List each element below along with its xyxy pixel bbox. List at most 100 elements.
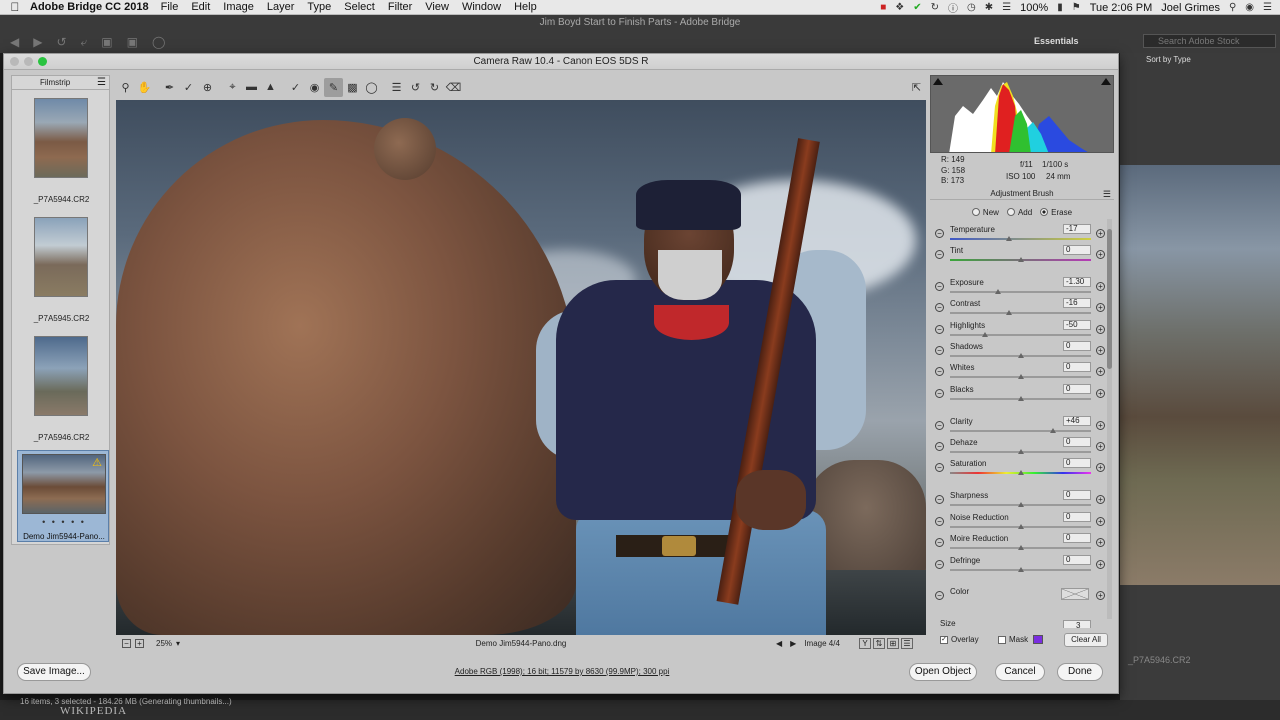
minimize-window-button[interactable]	[24, 57, 33, 66]
mode-new[interactable]: New	[971, 208, 999, 217]
slider-track[interactable]	[950, 430, 1091, 432]
panel-scroll-thumb[interactable]	[1107, 229, 1112, 369]
toggle-settings-icon[interactable]: ☰	[901, 638, 913, 649]
menu-select[interactable]: Select	[344, 1, 375, 13]
slider-thumb[interactable]	[1017, 396, 1024, 401]
decrease-icon[interactable]: −	[935, 250, 944, 259]
radio-erase[interactable]	[1040, 208, 1049, 217]
menu-filter[interactable]: Filter	[388, 1, 412, 13]
red-eye-tool-icon[interactable]: ◉	[305, 78, 324, 97]
copy-settings-icon[interactable]: ⊞	[887, 638, 899, 649]
slider-thumb[interactable]	[1017, 374, 1024, 379]
targeted-adjustment-tool-icon[interactable]: ⊕	[198, 78, 217, 97]
slider-track[interactable]	[950, 291, 1091, 293]
menu-window[interactable]: Window	[462, 1, 501, 13]
adobe-stock-search-input[interactable]: Search Adobe Stock	[1143, 34, 1276, 48]
clear-all-button[interactable]: Clear All	[1064, 633, 1108, 647]
transform-tool-icon[interactable]: ▲	[261, 78, 280, 97]
zoom-window-button[interactable]	[38, 57, 47, 66]
decrease-icon[interactable]: −	[935, 517, 944, 526]
siri-icon[interactable]: ◉	[1245, 2, 1254, 13]
menu-file[interactable]: File	[161, 1, 179, 13]
decrease-icon[interactable]: −	[935, 346, 944, 355]
swap-settings-icon[interactable]: ⇅	[873, 638, 885, 649]
menu-layer[interactable]: Layer	[267, 1, 295, 13]
decrease-icon[interactable]: −	[935, 463, 944, 472]
increase-icon[interactable]: +	[1096, 517, 1105, 526]
menu-image[interactable]: Image	[223, 1, 254, 13]
slider-value-field[interactable]: -16	[1063, 298, 1091, 308]
slider-value-field[interactable]: 0	[1063, 458, 1091, 468]
slider-thumb[interactable]	[1017, 449, 1024, 454]
toggle-fullscreen-icon[interactable]: ⇱	[907, 78, 926, 97]
filmstrip-menu-icon[interactable]: ☰	[97, 76, 106, 90]
dropbox-icon[interactable]: ❖	[895, 2, 904, 13]
color-swatch-none[interactable]	[1061, 588, 1089, 600]
slider-value-field[interactable]: 0	[1063, 437, 1091, 447]
radio-add[interactable]	[1006, 208, 1015, 217]
slider-thumb[interactable]	[994, 289, 1001, 294]
previous-image-icon[interactable]: ◀	[776, 639, 782, 648]
slider-value-field[interactable]: +46	[1063, 416, 1091, 426]
filmstrip-selected-item[interactable]: ⚠ • • • • • Demo Jim5944-Pano...	[17, 450, 109, 542]
increase-icon[interactable]: +	[1096, 389, 1105, 398]
radio-new[interactable]	[971, 208, 980, 217]
info-icon[interactable]: ⓘ	[948, 0, 958, 15]
app-menu[interactable]: Adobe Bridge CC 2018	[30, 1, 149, 13]
color-sampler-tool-icon[interactable]: ✓	[179, 78, 198, 97]
decrease-icon[interactable]: −	[935, 495, 944, 504]
menubar-user[interactable]: Joel Grimes	[1161, 2, 1220, 14]
image-preview[interactable]	[116, 100, 926, 635]
recent-folder-icon[interactable]: ↺	[56, 35, 66, 50]
rotate-left-icon[interactable]: ↺	[406, 78, 425, 97]
creative-cloud-icon[interactable]: ■	[880, 2, 886, 13]
next-image-icon[interactable]: ▶	[790, 639, 796, 648]
slider-thumb[interactable]	[1017, 567, 1024, 572]
sort-by-type[interactable]: Sort by Type	[1146, 55, 1191, 64]
slider-value-field[interactable]: -1.30	[1063, 277, 1091, 287]
brush-size-field[interactable]: 3	[1063, 620, 1091, 628]
increase-icon[interactable]: +	[1096, 250, 1105, 259]
close-window-button[interactable]	[10, 57, 19, 66]
before-after-icon[interactable]: Y	[859, 638, 871, 649]
panel-menu-icon[interactable]: ☰	[1103, 188, 1111, 200]
preferences-icon[interactable]: ☰	[387, 78, 406, 97]
increase-icon[interactable]: +	[1096, 442, 1105, 451]
decrease-icon[interactable]: −	[935, 421, 944, 430]
slider-value-field[interactable]: -17	[1063, 224, 1091, 234]
filmstrip-thumbnail-3[interactable]	[34, 336, 88, 416]
open-in-camera-raw-icon[interactable]: ◯	[152, 35, 165, 50]
increase-icon[interactable]: +	[1096, 538, 1105, 547]
slider-thumb[interactable]	[1049, 428, 1056, 433]
mode-add[interactable]: Add	[1006, 208, 1032, 217]
forward-arrow-icon[interactable]: ▶	[33, 35, 42, 50]
slider-value-field[interactable]: 0	[1063, 533, 1091, 543]
slider-value-field[interactable]: 0	[1063, 341, 1091, 351]
camera-import-icon[interactable]: ▣	[101, 35, 112, 50]
spot-removal-tool-icon[interactable]: ✓	[286, 78, 305, 97]
slider-thumb[interactable]	[982, 332, 989, 337]
slider-value-field[interactable]: 0	[1063, 245, 1091, 255]
decrease-icon[interactable]: −	[935, 303, 944, 312]
increase-icon[interactable]: +	[1096, 495, 1105, 504]
increase-icon[interactable]: +	[1096, 421, 1105, 430]
slider-thumb[interactable]	[1017, 353, 1024, 358]
adjustment-brush-tool-icon[interactable]: ✎	[324, 77, 343, 97]
wifi-icon[interactable]: ☰	[1002, 2, 1011, 13]
decrease-icon[interactable]: −	[935, 442, 944, 451]
trash-icon[interactable]: ⌫	[444, 78, 463, 97]
sync-icon[interactable]: ↻	[931, 2, 939, 13]
menu-help[interactable]: Help	[514, 1, 537, 13]
shadow-clipping-icon[interactable]	[933, 78, 943, 85]
bluetooth-icon[interactable]: ✱	[985, 2, 993, 13]
rotate-right-icon[interactable]: ↻	[425, 78, 444, 97]
battery-icon[interactable]: ▮	[1057, 2, 1063, 13]
slider-thumb[interactable]	[1017, 545, 1024, 550]
apple-menu-icon[interactable]: 	[0, 0, 30, 14]
slider-track[interactable]	[950, 312, 1091, 314]
panel-scrollbar[interactable]	[1107, 219, 1112, 619]
decrease-icon[interactable]: −	[935, 325, 944, 334]
increase-icon[interactable]: +	[1096, 303, 1105, 312]
decrease-icon[interactable]: −	[935, 538, 944, 547]
menu-view[interactable]: View	[425, 1, 449, 13]
